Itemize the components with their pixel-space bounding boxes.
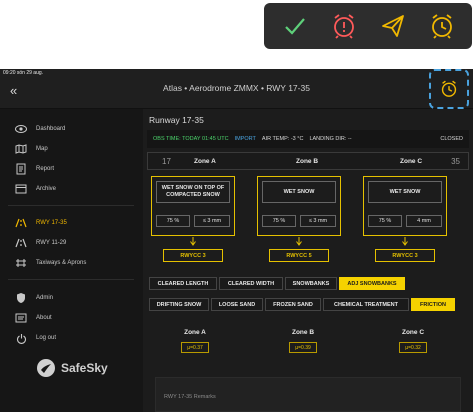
chip-chemical-treatment[interactable]: CHEMICAL TREATMENT: [323, 298, 409, 311]
sidebar-item-label: Report: [36, 166, 55, 172]
runway-designator-left: 17: [162, 157, 171, 166]
sidebar-item-label: Taxiways & Aprons: [36, 260, 87, 266]
zone-b-panel[interactable]: WET SNOW 75 % ≤ 3 mm: [257, 176, 341, 236]
archive-icon: [14, 183, 28, 195]
sidebar-item-log-out[interactable]: Log out: [0, 328, 143, 348]
safesky-logo: SafeSky: [36, 358, 108, 378]
sidebar-item-label: RWY 17-35: [36, 220, 67, 226]
sidebar-item-admin[interactable]: Admin: [0, 288, 143, 308]
sidebar-item-label: Dashboard: [36, 126, 66, 132]
chip-drifting-snow[interactable]: DRIFTING SNOW: [149, 298, 209, 311]
runway-icon: [14, 237, 28, 249]
zone-a-depth[interactable]: ≤ 3 mm: [194, 215, 230, 227]
arrow-down-icon: [402, 237, 408, 246]
status-bar: 09:20 sön 29 aug.: [3, 70, 43, 76]
alarm-clock-icon: [441, 80, 457, 97]
check-icon[interactable]: [278, 9, 312, 43]
shield-icon: [14, 292, 28, 304]
map-icon: [14, 143, 28, 155]
friction-zone-a-label: Zone A: [184, 329, 206, 336]
chip-friction[interactable]: FRICTION: [411, 298, 455, 311]
zone-a-panel[interactable]: WET SNOW ON TOP OF COMPACTED SNOW 75 % ≤…: [151, 176, 235, 236]
zone-header: 17 Zone A Zone B Zone C 35: [147, 152, 469, 170]
power-icon: [14, 332, 28, 344]
status-date: sön 29 aug.: [16, 70, 44, 76]
friction-zone-b-label: Zone B: [291, 329, 315, 336]
sidebar-item-taxiways-aprons[interactable]: Taxiways & Aprons: [0, 253, 143, 273]
runway-title: Runway 17-35: [149, 115, 204, 125]
landing-dir[interactable]: LANDING DIR: --: [309, 136, 351, 142]
sidebar-divider: [8, 279, 134, 280]
closed-toggle[interactable]: CLOSED: [440, 136, 463, 142]
safesky-logo-icon: [37, 359, 55, 377]
air-temp[interactable]: AIR TEMP: -3 °C: [262, 136, 304, 142]
app-window: 09:20 sön 29 aug. « Atlas • Aerodrome ZM…: [0, 69, 473, 412]
friction-zone-c-label: Zone C: [401, 329, 425, 336]
obs-time[interactable]: OBS TIME: TODAY 01:45 UTC: [153, 136, 229, 142]
alarm-alert-icon[interactable]: [327, 9, 361, 43]
friction-zone-a-value[interactable]: µ=0.37: [181, 342, 209, 353]
zone-a-rwycc[interactable]: RWYCC 3: [163, 249, 223, 262]
chip-adj-snowbanks[interactable]: ADJ SNOWBANKS: [339, 277, 405, 290]
zone-c-header: Zone C: [400, 158, 423, 165]
zone-c-coverage[interactable]: 75 %: [368, 215, 402, 227]
send-icon[interactable]: [376, 9, 410, 43]
sidebar: Dashboard Map Report Archive RWY 17-35 R…: [0, 109, 143, 412]
zone-b-rwycc[interactable]: RWYCC 5: [269, 249, 329, 262]
zone-c-depth[interactable]: 4 mm: [406, 215, 442, 227]
zone-b-header: Zone B: [296, 158, 319, 165]
sidebar-item-rwy-11-29[interactable]: RWY 11-29: [0, 233, 143, 253]
sidebar-item-label: About: [36, 315, 52, 321]
zone-c-panel[interactable]: WET SNOW 75 % 4 mm: [363, 176, 447, 236]
zone-b-coverage[interactable]: 75 %: [262, 215, 296, 227]
sidebar-item-archive[interactable]: Archive: [0, 179, 143, 199]
status-time: 09:20: [3, 70, 16, 76]
sidebar-item-label: Admin: [36, 295, 54, 301]
header: 09:20 sön 29 aug. « Atlas • Aerodrome ZM…: [0, 69, 473, 109]
chip-frozen-sand[interactable]: FROZEN SAND: [265, 298, 321, 311]
sidebar-item-dashboard[interactable]: Dashboard: [0, 119, 143, 139]
import-button[interactable]: IMPORT: [235, 136, 256, 142]
sidebar-item-label: Map: [36, 146, 48, 152]
zone-a-condition[interactable]: WET SNOW ON TOP OF COMPACTED SNOW: [156, 181, 230, 203]
zone-c-condition[interactable]: WET SNOW: [368, 181, 442, 203]
sidebar-item-rwy-17-35[interactable]: RWY 17-35: [0, 213, 143, 233]
remarks-field[interactable]: RWY 17-35 Remarks: [155, 377, 461, 412]
zone-b-depth[interactable]: ≤ 3 mm: [300, 215, 336, 227]
eye-icon: [14, 123, 28, 135]
zone-a-coverage[interactable]: 75 %: [156, 215, 190, 227]
sidebar-item-label: RWY 11-29: [36, 240, 67, 246]
sidebar-divider: [8, 205, 134, 206]
observation-bar: OBS TIME: TODAY 01:45 UTC IMPORT AIR TEM…: [147, 130, 469, 148]
chip-snowbanks[interactable]: SNOWBANKS: [285, 277, 337, 290]
sidebar-item-label: Archive: [36, 186, 57, 192]
taxiway-icon: [14, 257, 28, 269]
alarm-clock-icon[interactable]: [425, 9, 459, 43]
zone-b-condition[interactable]: WET SNOW: [262, 181, 336, 203]
arrow-down-icon: [190, 237, 196, 246]
chip-cleared-length[interactable]: CLEARED LENGTH: [149, 277, 217, 290]
chip-loose-sand[interactable]: LOOSE SAND: [211, 298, 263, 311]
sidebar-item-label: Log out: [36, 335, 57, 341]
sidebar-item-about[interactable]: About: [0, 308, 143, 328]
floating-toolbar: [264, 3, 472, 49]
zone-a-header: Zone A: [194, 158, 216, 165]
about-icon: [14, 312, 28, 324]
sidebar-item-report[interactable]: Report: [0, 159, 143, 179]
sidebar-item-map[interactable]: Map: [0, 139, 143, 159]
chip-cleared-width[interactable]: CLEARED WIDTH: [219, 277, 283, 290]
friction-zone-b-value[interactable]: µ=0.39: [289, 342, 317, 353]
runway-icon: [14, 217, 28, 229]
logo-text: SafeSky: [61, 361, 108, 375]
report-icon: [14, 163, 28, 175]
alarm-button[interactable]: [429, 69, 469, 109]
arrow-down-icon: [296, 237, 302, 246]
zone-c-rwycc[interactable]: RWYCC 3: [375, 249, 435, 262]
runway-designator-right: 35: [451, 157, 460, 166]
main-content: Runway 17-35 OBS TIME: TODAY 01:45 UTC I…: [143, 109, 473, 412]
remarks-placeholder: RWY 17-35 Remarks: [164, 394, 216, 400]
page-title: Atlas • Aerodrome ZMMX • RWY 17-35: [163, 83, 310, 93]
friction-zone-c-value[interactable]: µ=0.32: [399, 342, 427, 353]
